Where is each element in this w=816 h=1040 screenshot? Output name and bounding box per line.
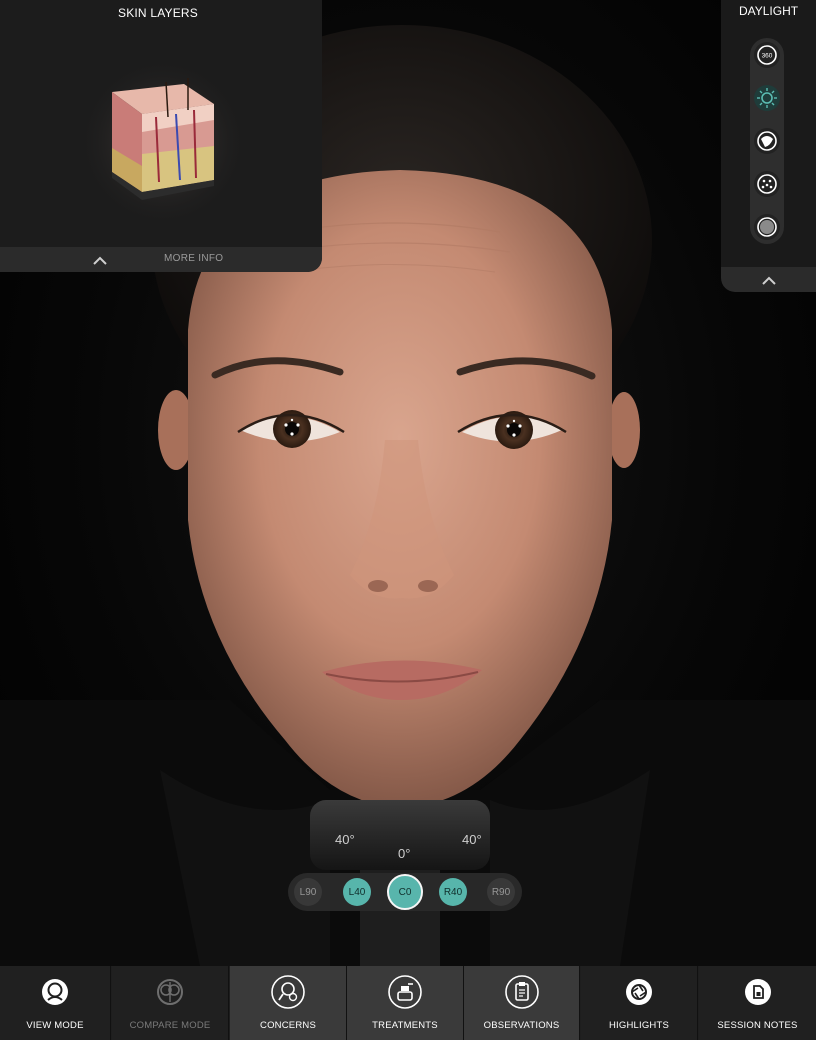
treatments-button[interactable]: TREATMENTS [347,966,464,1040]
daylight-sun-icon[interactable] [754,85,780,111]
concerns-label: CONCERNS [260,1020,316,1031]
compare-mode-label: COMPARE MODE [129,1020,211,1031]
more-info-link[interactable]: MORE INFO [164,253,223,264]
treatments-label: TREATMENTS [372,1020,438,1031]
angle-l40-button[interactable]: L40 [343,878,371,906]
highlights-label: HIGHLIGHTS [608,1020,670,1031]
highlights-icon [625,978,653,1006]
observations-icon [504,975,539,1009]
lighting-mode-rail: 360 [750,38,784,244]
red-area-icon[interactable] [754,214,780,240]
session-notes-icon [744,978,772,1006]
observations-button[interactable]: OBSERVATIONS [464,966,580,1040]
angle-l90-button[interactable]: L90 [294,878,322,906]
chin-rest-center-label: 0° [398,846,410,861]
treatments-icon [388,975,422,1009]
angle-selector: L90 L40 C0 R40 R90 [288,873,522,911]
bottom-toolbar: VIEW MODE COMPARE MODE CONCERNS TREATMEN… [0,966,816,1040]
session-notes-label: SESSION NOTES [717,1020,798,1031]
chin-rest-right-label: 40° [462,832,482,847]
view-mode-button[interactable]: VIEW MODE [0,966,111,1040]
compare-mode-icon [156,978,184,1006]
skin-layers-thumbnail-icon[interactable] [84,62,242,222]
view-mode-label: VIEW MODE [26,1020,84,1031]
svg-text:360: 360 [762,53,773,60]
concerns-button[interactable]: CONCERNS [230,966,347,1040]
angle-r90-button[interactable]: R90 [487,878,515,906]
skin-layers-title: SKIN LAYERS [117,6,198,20]
lighting-panel-toggle[interactable] [721,267,816,292]
concerns-icon [271,975,305,1009]
cross-polarized-icon[interactable] [754,128,780,154]
360-view-icon[interactable]: 360 [754,42,780,68]
skin-layers-panel: SKIN LAYERS MORE INFO [0,0,322,272]
angle-r40-button[interactable]: R40 [439,878,467,906]
view-mode-icon [41,978,69,1006]
observations-label: OBSERVATIONS [483,1020,560,1031]
chin-rest-left-label: 40° [335,832,355,847]
lighting-mode-title: DAYLIGHT [738,4,799,18]
chevron-up-icon[interactable] [761,274,777,286]
uv-spots-icon[interactable] [754,171,780,197]
chevron-up-icon[interactable] [92,254,108,266]
lighting-mode-panel: DAYLIGHT 360 [721,0,816,292]
highlights-button[interactable]: HIGHLIGHTS [581,966,698,1040]
angle-c0-button[interactable]: C0 [387,874,423,910]
compare-mode-button[interactable]: COMPARE MODE [112,966,229,1040]
more-info-bar[interactable]: MORE INFO [0,247,322,272]
session-notes-button[interactable]: SESSION NOTES [699,966,816,1040]
